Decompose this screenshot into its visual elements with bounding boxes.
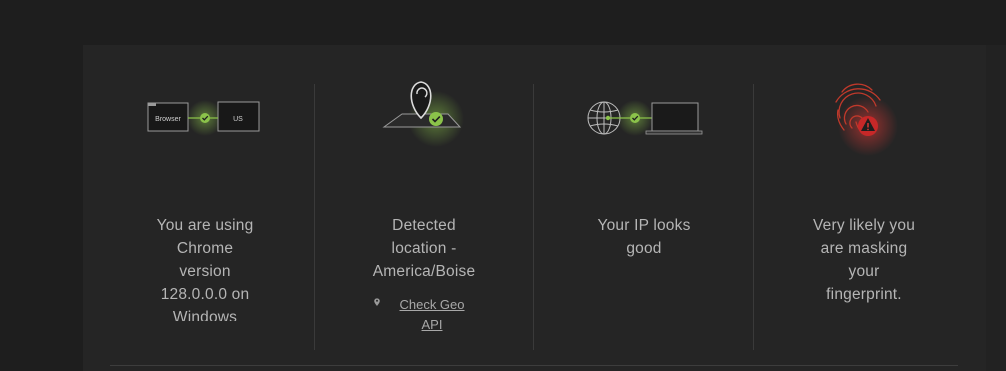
check-geo-api-link[interactable]: Check Geo API: [396, 295, 468, 335]
check-geo-api-row: Check Geo API: [372, 295, 492, 335]
pin-icon: [374, 298, 380, 306]
column-divider: [753, 84, 754, 350]
browser-to-location-icon: Browser US: [147, 100, 260, 136]
browser-box-label: Browser: [155, 116, 181, 123]
globe-to-laptop-icon: [587, 100, 703, 136]
fingerprint-warning-icon: [835, 83, 898, 156]
browser-check-text: You are using Chrome version 128.0.0.0 o…: [156, 217, 254, 321]
location-check-text: Detected location - America/Boise: [372, 217, 476, 280]
column-divider: [314, 84, 315, 350]
country-box-label: US: [233, 116, 243, 123]
panel-edge: [986, 45, 1006, 371]
ip-check-text: Your IP looks good: [597, 217, 691, 257]
bottom-divider: [110, 365, 958, 366]
fingerprint-check-text: Very likely you are masking your fingerp…: [812, 217, 916, 303]
column-divider: [533, 84, 534, 350]
location-pin-icon: [382, 81, 464, 147]
